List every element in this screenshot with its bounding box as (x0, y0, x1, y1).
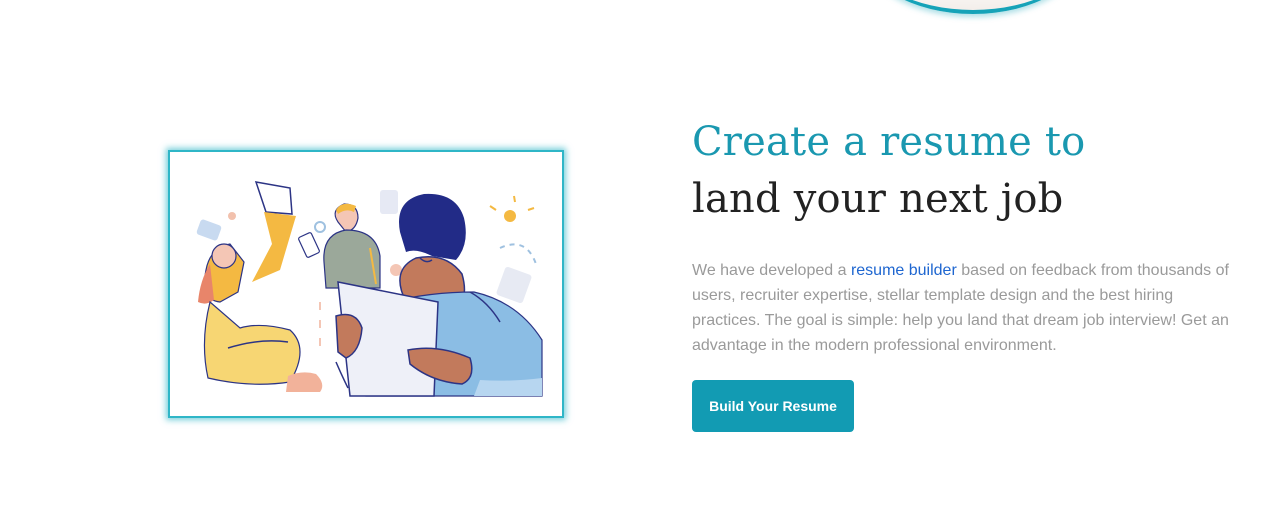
hero-headline: Create a resume to land your next job (692, 114, 1085, 228)
hero-illustration (168, 150, 564, 418)
hero-description: We have developed a resume builder based… (692, 258, 1237, 358)
people-working-illustration (196, 181, 543, 397)
headline-line-dark: land your next job (692, 176, 1064, 222)
headline-line-accent: Create a resume to (692, 119, 1086, 165)
resume-builder-link[interactable]: resume builder (851, 262, 957, 279)
build-your-resume-button[interactable]: Build Your Resume (692, 380, 854, 432)
description-text-start: We have developed a (692, 262, 851, 279)
decorative-photo-circle (862, 0, 1084, 14)
